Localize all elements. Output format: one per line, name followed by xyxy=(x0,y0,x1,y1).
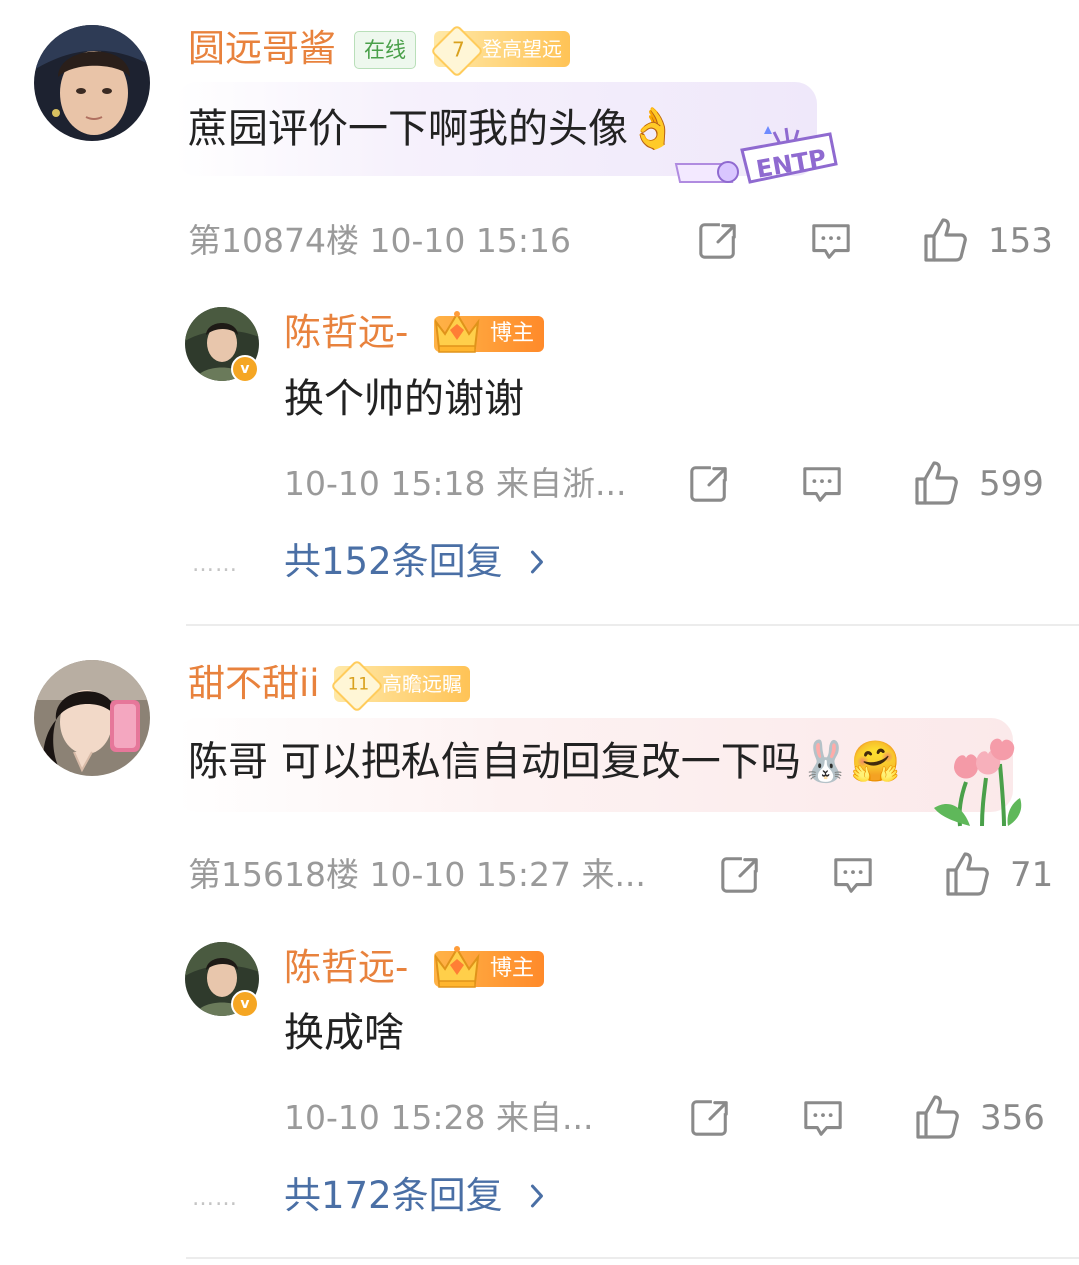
username[interactable]: 甜不甜ii xyxy=(188,662,320,706)
username[interactable]: 圆远哥酱 xyxy=(188,27,336,71)
replies-dots: …… xyxy=(192,1186,238,1211)
replies-dots: …… xyxy=(192,552,238,577)
crown-icon xyxy=(430,943,484,991)
like-icon[interactable] xyxy=(920,216,968,264)
view-replies-label: 共152条回复 xyxy=(284,540,503,583)
online-badge: 在线 xyxy=(354,31,416,69)
comment-icon[interactable] xyxy=(832,854,874,896)
level-badge[interactable]: 11 高瞻远瞩 xyxy=(330,659,470,713)
comment-icon[interactable] xyxy=(810,220,852,262)
comment-text[interactable]: 陈哥 可以把私信自动回复改一下吗🐰🤗 xyxy=(188,737,900,787)
level-title: 登高望远 xyxy=(482,37,562,61)
like-count: 71 xyxy=(1010,855,1054,895)
share-icon[interactable] xyxy=(719,853,761,895)
chevron-right-icon xyxy=(528,1182,546,1210)
level-number: 7 xyxy=(452,37,465,62)
crown-icon xyxy=(430,308,484,356)
divider xyxy=(186,1257,1079,1259)
avatar[interactable] xyxy=(34,25,150,141)
share-icon[interactable] xyxy=(688,462,730,504)
level-badge[interactable]: 7 登高望远 xyxy=(430,24,570,78)
like-count: 153 xyxy=(988,221,1053,261)
comment-icon[interactable] xyxy=(801,463,843,505)
like-icon[interactable] xyxy=(912,1093,960,1141)
comment-icon[interactable] xyxy=(802,1097,844,1139)
reply-text[interactable]: 换成啥 xyxy=(284,1008,404,1058)
reply-time-source: 10-10 15:18 来自浙... xyxy=(284,464,627,503)
author-badge: 博主 xyxy=(434,951,545,987)
share-icon[interactable] xyxy=(689,1096,731,1138)
level-number: 11 xyxy=(347,674,370,695)
level-title: 高瞻远瞩 xyxy=(382,672,462,696)
reply-time-source: 10-10 15:28 来自... xyxy=(284,1098,594,1137)
floor-time: 第10874楼 10-10 15:16 xyxy=(188,221,571,260)
level-diamond-icon: 7 xyxy=(430,24,484,78)
divider xyxy=(186,624,1079,626)
chevron-right-icon xyxy=(528,548,546,576)
like-count: 599 xyxy=(979,464,1044,504)
view-replies-link[interactable]: 共172条回复 xyxy=(284,1174,546,1218)
like-icon[interactable] xyxy=(911,459,959,507)
verified-icon: v xyxy=(231,355,259,383)
author-badge-label: 博主 xyxy=(490,956,535,981)
comment-text[interactable]: 蔗园评价一下啊我的头像👌 xyxy=(188,104,678,154)
view-replies-label: 共172条回复 xyxy=(284,1174,503,1217)
reply-text[interactable]: 换个帅的谢谢 xyxy=(284,374,524,424)
username[interactable]: 陈哲远- xyxy=(284,946,408,990)
tulip-sticker-icon xyxy=(934,738,1022,827)
author-badge: 博主 xyxy=(434,316,545,352)
like-icon[interactable] xyxy=(942,850,990,898)
entp-sticker-icon: ENTP xyxy=(674,126,838,184)
like-count: 356 xyxy=(980,1098,1045,1138)
share-icon[interactable] xyxy=(697,219,739,261)
level-diamond-icon: 11 xyxy=(330,659,384,713)
username[interactable]: 陈哲远- xyxy=(284,311,408,355)
view-replies-link[interactable]: 共152条回复 xyxy=(284,540,546,584)
avatar[interactable] xyxy=(34,660,150,776)
verified-icon: v xyxy=(231,990,259,1018)
floor-time: 第15618楼 10-10 15:27 来... xyxy=(188,855,646,894)
author-badge-label: 博主 xyxy=(490,321,535,346)
